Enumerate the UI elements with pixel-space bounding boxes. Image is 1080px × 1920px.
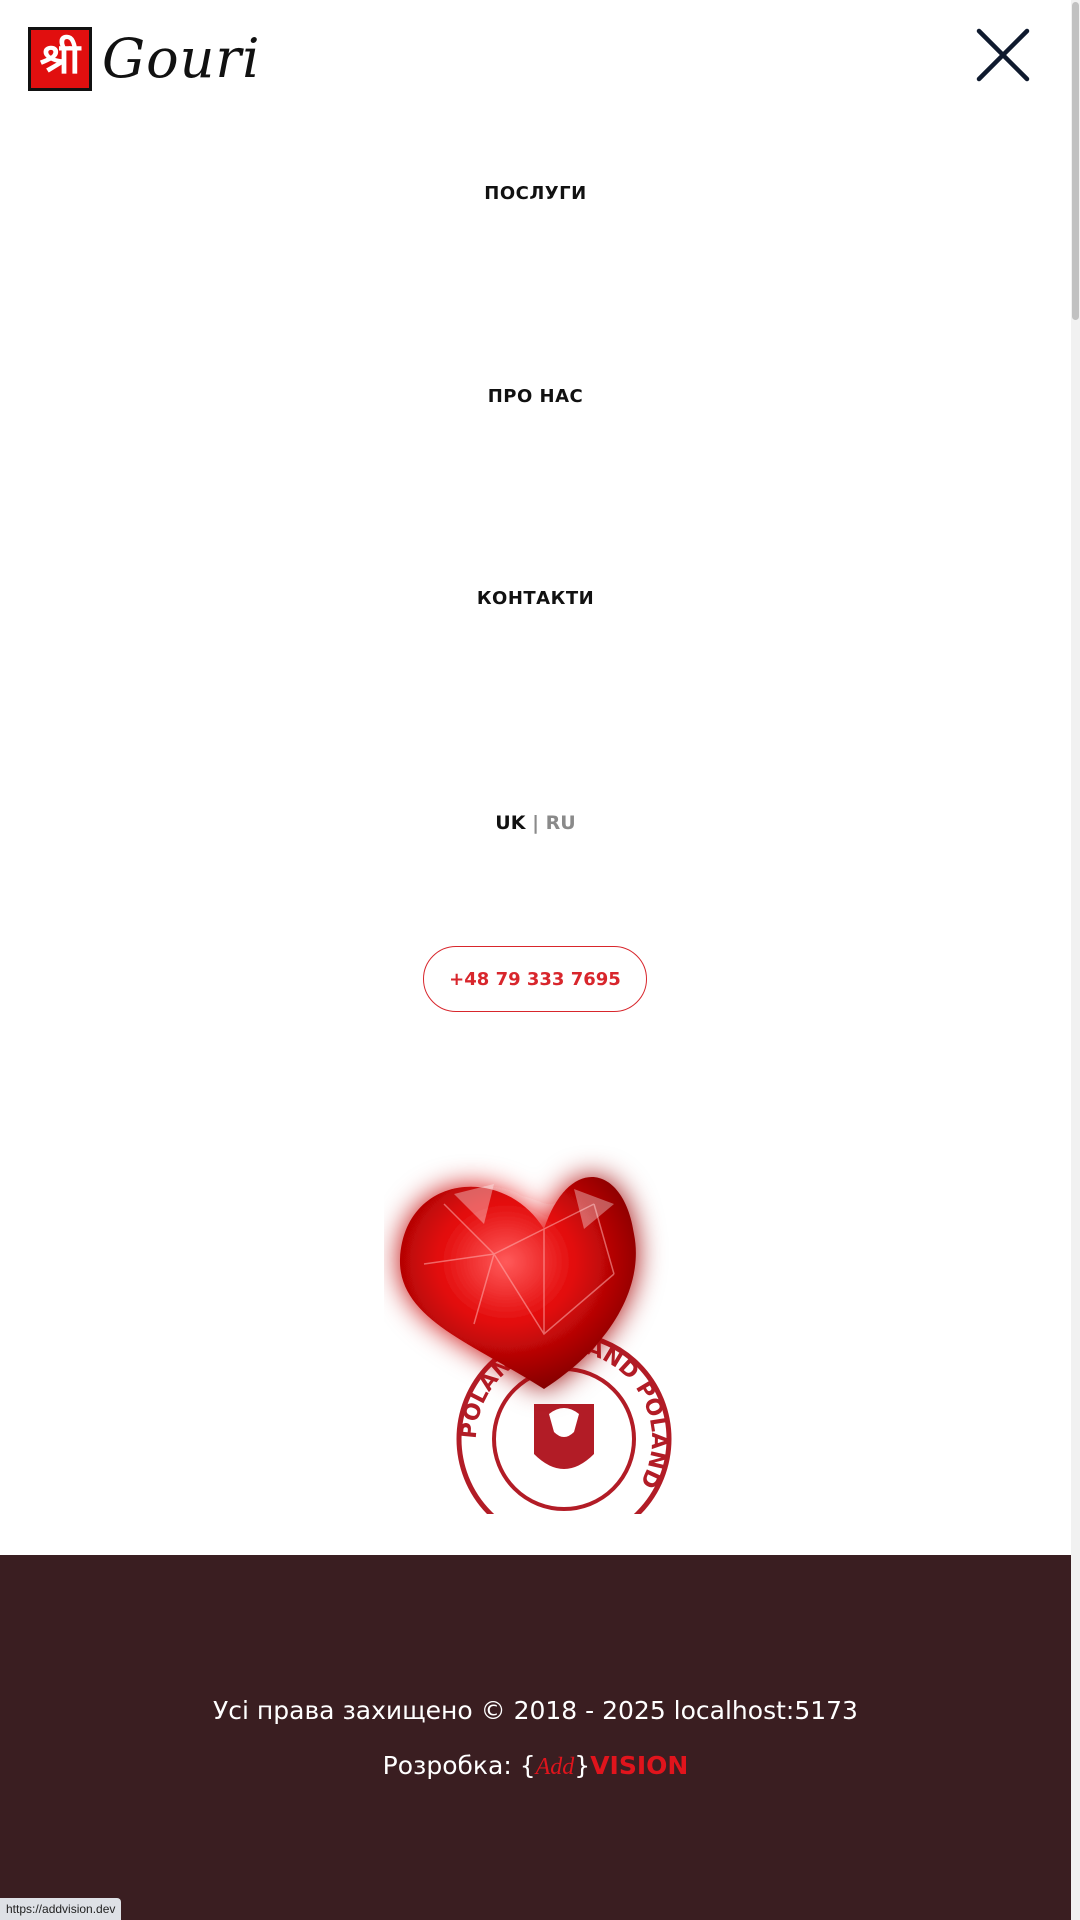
developer-prefix: Розробка: [382,1751,520,1780]
heart-stamp-illustration: POLAND POLAND POLAND [399,1154,672,1547]
logo-wordmark: Gouri [102,27,261,90]
language-separator: | [532,812,540,834]
close-menu-button[interactable] [974,26,1032,84]
brand-vision: VISION [590,1751,689,1780]
language-ru[interactable]: RU [546,812,576,834]
phone-button[interactable]: +48 79 333 7695 [423,946,647,1012]
nav-item-contacts[interactable]: КОНТАКТИ [0,588,1071,609]
page-scrollbar[interactable] [1071,0,1080,1920]
site-footer: Усі права захищено © 2018 - 2025 localho… [0,1555,1071,1920]
language-uk[interactable]: UK [495,812,525,834]
status-bar-url: https://addvision.dev [0,1898,122,1920]
logo-mark: श्री [28,27,92,91]
scrollbar-thumb[interactable] [1072,2,1079,320]
site-logo[interactable]: श्री Gouri [28,24,261,94]
brand-add: Add [535,1754,575,1780]
nav-item-services[interactable]: ПОСЛУГИ [0,183,1071,204]
heart-poland-stamp-image: POLAND POLAND POLAND [384,1134,694,1547]
mobile-menu-page: श्री Gouri ПОСЛУГИ ПРО НАС КОНТАКТИ UK |… [0,0,1071,1920]
addvision-link[interactable]: {Add}VISION [520,1751,689,1780]
logo-mark-glyph: श्री [39,34,81,83]
copyright-text: Усі права захищено © 2018 - 2025 localho… [213,1696,858,1725]
brand-brace-open: { [519,1751,536,1780]
brand-brace-close: } [574,1751,591,1780]
language-switcher: UK | RU [0,812,1071,834]
close-icon [976,28,1030,82]
nav-item-about[interactable]: ПРО НАС [0,386,1071,407]
developer-credit: Розробка: {Add}VISION [0,1751,1071,1781]
